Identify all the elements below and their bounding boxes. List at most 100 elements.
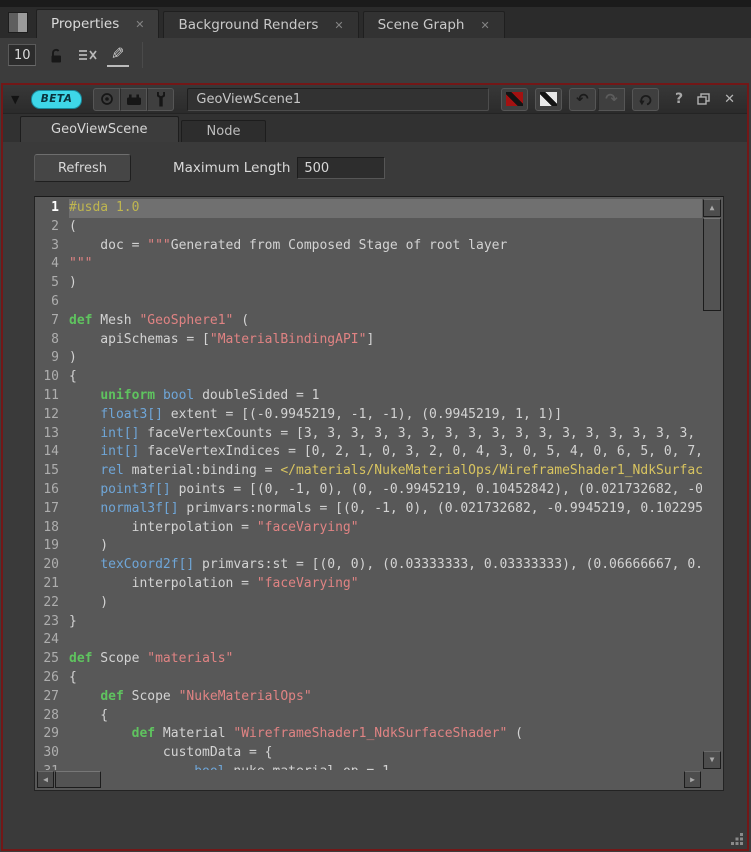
undo-icon: ↶: [576, 92, 589, 107]
scroll-up-button[interactable]: ▲: [703, 199, 721, 217]
code-line-22[interactable]: 22 ): [35, 594, 702, 613]
code-text: uniform bool doubleSided = 1: [69, 387, 319, 406]
line-number: 29: [35, 725, 69, 744]
code-line-8[interactable]: 8 apiSchemas = ["MaterialBindingAPI"]: [35, 331, 702, 350]
code-line-15[interactable]: 15 rel material:binding = </materials/Nu…: [35, 462, 702, 481]
scroll-down-button[interactable]: ▼: [703, 751, 721, 769]
settings-wrench-button[interactable]: [147, 88, 174, 111]
redo-button[interactable]: ↷: [598, 88, 625, 111]
horizontal-scrollbar[interactable]: ◀ ▶: [37, 771, 701, 788]
code-line-14[interactable]: 14 int[] faceVertexIndices = [0, 2, 1, 0…: [35, 443, 702, 462]
code-text: apiSchemas = ["MaterialBindingAPI"]: [69, 331, 374, 350]
close-icon[interactable]: ✕: [480, 20, 489, 31]
usd-code-editor[interactable]: 1#usda 1.02(3 doc = """Generated from Co…: [34, 196, 724, 791]
collapse-triangle-icon[interactable]: ▼: [11, 93, 24, 106]
code-text: ): [69, 594, 108, 613]
code-line-24[interactable]: 24: [35, 631, 702, 650]
beta-badge: BETA: [31, 90, 83, 109]
tab-label: Background Renders: [178, 17, 318, 33]
close-icon[interactable]: ✕: [135, 19, 144, 30]
help-button[interactable]: ?: [675, 91, 683, 107]
code-line-23[interactable]: 23}: [35, 613, 702, 632]
code-line-7[interactable]: 7def Mesh "GeoSphere1" (: [35, 312, 702, 331]
redo-icon: ↷: [605, 92, 618, 107]
line-number: 27: [35, 688, 69, 707]
undo-button[interactable]: ↶: [569, 88, 596, 111]
code-text: interpolation = "faceVarying": [69, 519, 359, 538]
float-window-button[interactable]: [697, 90, 710, 109]
line-number: 25: [35, 650, 69, 669]
resize-grip[interactable]: [730, 832, 744, 846]
code-line-28[interactable]: 28 {: [35, 707, 702, 726]
properties-pane: Properties ✕ Background Renders ✕ Scene …: [0, 0, 751, 852]
close-all-panels-icon[interactable]: [76, 43, 98, 67]
header-right-buttons: ↶ ↷ ?: [496, 88, 739, 111]
code-line-25[interactable]: 25def Scope "materials": [35, 650, 702, 669]
code-text: doc = """Generated from Composed Stage o…: [69, 237, 507, 256]
code-line-12[interactable]: 12 float3[] extent = [(-0.9945219, -1, -…: [35, 406, 702, 425]
code-line-6[interactable]: 6: [35, 293, 702, 312]
max-panels-input[interactable]: [8, 44, 36, 66]
code-line-26[interactable]: 26{: [35, 669, 702, 688]
code-line-20[interactable]: 20 texCoord2f[] primvars:st = [(0, 0), (…: [35, 556, 702, 575]
code-text: customData = {: [69, 744, 273, 763]
gl-color-button[interactable]: [535, 88, 562, 111]
vertical-scrollbar[interactable]: ▲ ▼: [703, 199, 721, 769]
scroll-left-button[interactable]: ◀: [37, 771, 54, 788]
code-line-27[interactable]: 27 def Scope "NukeMaterialOps": [35, 688, 702, 707]
code-text: }: [69, 613, 77, 632]
code-line-31[interactable]: 31 bool nuke_material_op = 1: [35, 763, 702, 770]
code-line-11[interactable]: 11 uniform bool doubleSided = 1: [35, 387, 702, 406]
code-line-29[interactable]: 29 def Material "WireframeShader1_NdkSur…: [35, 725, 702, 744]
pane-layout-icon[interactable]: [8, 12, 28, 33]
tab-background-renders[interactable]: Background Renders ✕: [163, 11, 358, 38]
code-line-16[interactable]: 16 point3f[] points = [(0, -1, 0), (0, -…: [35, 481, 702, 500]
tab-scene-graph[interactable]: Scene Graph ✕: [363, 11, 505, 38]
code-line-18[interactable]: 18 interpolation = "faceVarying": [35, 519, 702, 538]
code-text: point3f[] points = [(0, -1, 0), (0, -0.9…: [69, 481, 702, 500]
line-number: 23: [35, 613, 69, 632]
line-number: 24: [35, 631, 69, 650]
tab-properties[interactable]: Properties ✕: [36, 9, 159, 38]
node-name-input[interactable]: [187, 88, 489, 111]
code-line-2[interactable]: 2(: [35, 218, 702, 237]
vertical-scroll-thumb[interactable]: [703, 218, 721, 311]
node-color-swatch-icon: [506, 92, 523, 106]
code-line-3[interactable]: 3 doc = """Generated from Composed Stage…: [35, 237, 702, 256]
line-number: 17: [35, 500, 69, 519]
code-text: normal3f[] primvars:normals = [(0, -1, 0…: [69, 500, 702, 519]
tab-node[interactable]: Node: [181, 120, 267, 142]
code-line-10[interactable]: 10{: [35, 368, 702, 387]
close-icon[interactable]: ✕: [334, 20, 343, 31]
node-color-button[interactable]: [501, 88, 528, 111]
code-line-30[interactable]: 30 customData = {: [35, 744, 702, 763]
code-line-5[interactable]: 5): [35, 274, 702, 293]
code-line-17[interactable]: 17 normal3f[] primvars:normals = [(0, -1…: [35, 500, 702, 519]
code-line-21[interactable]: 21 interpolation = "faceVarying": [35, 575, 702, 594]
node-graph-button[interactable]: [120, 88, 147, 111]
lock-icon[interactable]: [45, 43, 67, 67]
center-node-button[interactable]: [93, 88, 120, 111]
code-line-13[interactable]: 13 int[] faceVertexCounts = [3, 3, 3, 3,…: [35, 425, 702, 444]
horizontal-scroll-thumb[interactable]: [55, 771, 101, 788]
line-number: 19: [35, 537, 69, 556]
code-line-19[interactable]: 19 ): [35, 537, 702, 556]
refresh-button[interactable]: Refresh: [34, 154, 131, 182]
line-number: 5: [35, 274, 69, 293]
pane-toolbar: ✎: [0, 38, 751, 72]
max-length-label: Maximum Length: [173, 160, 290, 176]
tab-geoviewscene[interactable]: GeoViewScene: [20, 116, 179, 142]
revert-button[interactable]: [632, 88, 659, 111]
code-line-1[interactable]: 1#usda 1.0: [35, 199, 702, 218]
code-line-9[interactable]: 9): [35, 349, 702, 368]
close-panel-button[interactable]: ✕: [724, 92, 735, 107]
code-text: int[] faceVertexIndices = [0, 2, 1, 0, 3…: [69, 443, 702, 462]
scroll-right-button[interactable]: ▶: [684, 771, 701, 788]
max-length-input[interactable]: [297, 157, 385, 179]
revert-icon: [638, 92, 653, 106]
wrench-icon: [155, 92, 167, 107]
line-number: 8: [35, 331, 69, 350]
gl-color-swatch-icon: [540, 92, 557, 106]
edit-pencil-icon[interactable]: ✎: [107, 43, 129, 67]
code-line-4[interactable]: 4""": [35, 255, 702, 274]
